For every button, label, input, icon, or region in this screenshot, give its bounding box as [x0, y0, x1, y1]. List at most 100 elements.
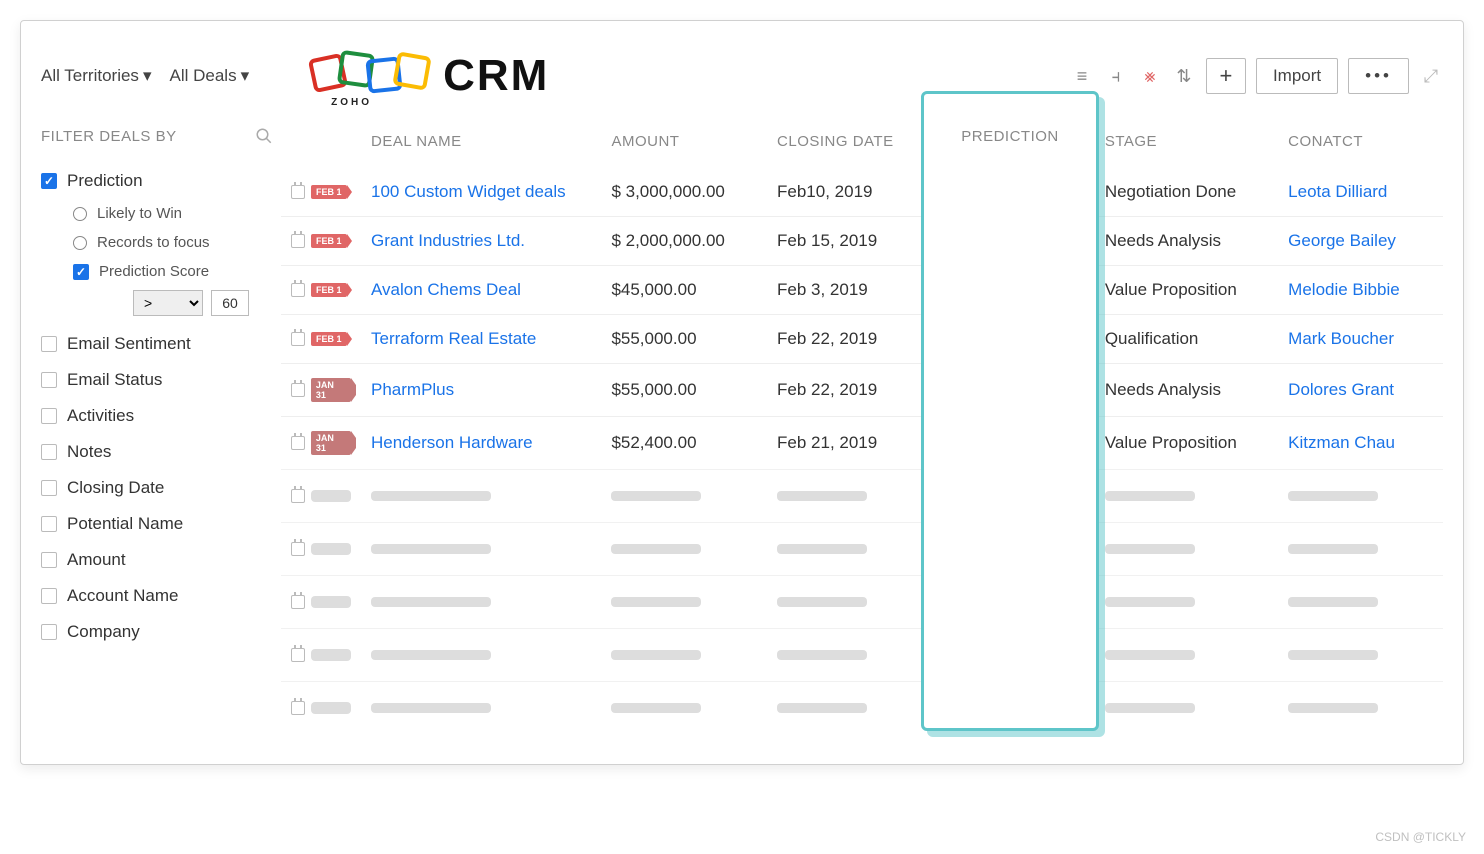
brand-logo: ZOHO CRM — [309, 50, 549, 102]
col-prediction[interactable] — [923, 121, 1095, 168]
sort-icon[interactable]: ⇅ — [1172, 64, 1196, 88]
table-row-skeleton — [281, 629, 1443, 682]
filter-activities[interactable]: Activities — [41, 398, 281, 434]
filter-company[interactable]: Company — [41, 614, 281, 650]
checkbox-unchecked[interactable] — [41, 444, 57, 460]
filter-notes[interactable]: Notes — [41, 434, 281, 470]
cell-prediction: 90 — [923, 168, 1095, 217]
cell-prediction: 85 — [923, 217, 1095, 266]
col-closing-date[interactable]: CLOSING DATE — [767, 121, 923, 168]
score-operator-select[interactable]: > — [133, 290, 203, 316]
table-row[interactable]: JAN 31Henderson Hardware$52,400.00Feb 21… — [281, 417, 1443, 470]
chevron-down-icon: ▾ — [143, 66, 152, 86]
deal-name-link[interactable]: PharmPlus — [371, 380, 454, 399]
top-actions: ≡ ⫞ ⨳ ⇅ + Import ••• ⤢ — [1070, 58, 1443, 94]
deals-table-wrap: PREDICTION DEAL NAME AMOUNT CLOSING DATE… — [281, 121, 1443, 734]
date-flag: FEB 1 — [311, 283, 347, 297]
deal-name-link[interactable]: Grant Industries Ltd. — [371, 231, 525, 250]
contact-link[interactable]: George Bailey — [1288, 231, 1396, 250]
checkbox-unchecked[interactable] — [41, 624, 57, 640]
calendar-icon — [291, 185, 305, 199]
deals-table: DEAL NAME AMOUNT CLOSING DATE STAGE CONA… — [281, 121, 1443, 734]
checkbox-unchecked[interactable] — [41, 408, 57, 424]
calendar-icon — [291, 701, 305, 715]
cell-date: Feb 22, 2019 — [767, 315, 923, 364]
score-value-input[interactable]: 60 — [211, 290, 249, 316]
table-row-skeleton — [281, 523, 1443, 576]
calendar-icon — [291, 283, 305, 297]
filter-prediction-score[interactable]: Prediction Score — [73, 257, 281, 286]
more-actions-button[interactable]: ••• — [1348, 58, 1409, 94]
deal-name-link[interactable]: Avalon Chems Deal — [371, 280, 521, 299]
checkbox-unchecked[interactable] — [41, 336, 57, 352]
checkbox-checked[interactable] — [41, 173, 57, 189]
deal-name-link[interactable]: Henderson Hardware — [371, 433, 533, 452]
filter-label: Email Sentiment — [67, 334, 191, 354]
filter-email-sentiment[interactable]: Email Sentiment — [41, 326, 281, 362]
calendar-icon — [291, 383, 305, 397]
filter-sidebar: FILTER DEALS BY Prediction Likely to Win… — [41, 121, 281, 734]
filter-potential-name[interactable]: Potential Name — [41, 506, 281, 542]
contact-link[interactable]: Mark Boucher — [1288, 329, 1394, 348]
cell-stage: Value Proposition — [1095, 417, 1278, 470]
date-flag: FEB 1 — [311, 332, 347, 346]
checkbox-unchecked[interactable] — [41, 552, 57, 568]
cell-stage: Needs Analysis — [1095, 364, 1278, 417]
table-row[interactable]: FEB 1Avalon Chems Deal$45,000.00Feb 3, 2… — [281, 266, 1443, 315]
deal-name-link[interactable]: Terraform Real Estate — [371, 329, 536, 348]
cell-prediction: 82 — [923, 266, 1095, 315]
cell-stage: Qualification — [1095, 315, 1278, 364]
cell-prediction: 76 — [923, 315, 1095, 364]
calendar-icon — [291, 436, 305, 450]
calendar-icon — [291, 234, 305, 248]
checkbox-unchecked[interactable] — [41, 516, 57, 532]
deal-name-link[interactable]: 100 Custom Widget deals — [371, 182, 566, 201]
watermark: CSDN @TICKLY — [1375, 830, 1466, 844]
filter-email-status[interactable]: Email Status — [41, 362, 281, 398]
filter-closing-date[interactable]: Closing Date — [41, 470, 281, 506]
prediction-view-icon[interactable]: ⨳ — [1138, 64, 1162, 88]
contact-link[interactable]: Dolores Grant — [1288, 380, 1394, 399]
checkbox-unchecked[interactable] — [41, 372, 57, 388]
chevron-down-icon: ▾ — [241, 66, 250, 86]
cell-prediction: 70 — [923, 417, 1095, 470]
calendar-icon — [291, 648, 305, 662]
calendar-icon — [291, 595, 305, 609]
table-row[interactable]: FEB 1Terraform Real Estate$55,000.00Feb … — [281, 315, 1443, 364]
filter-prediction[interactable]: Prediction — [41, 163, 281, 199]
checkbox-checked[interactable] — [73, 264, 89, 280]
col-contact[interactable]: CONATCT — [1278, 121, 1443, 168]
checkbox-unchecked[interactable] — [41, 588, 57, 604]
crm-app: All Territories▾ All Deals▾ ZOHO CRM ≡ ⫞… — [20, 20, 1464, 765]
kanban-view-icon[interactable]: ⫞ — [1104, 64, 1128, 88]
col-amount[interactable]: AMOUNT — [601, 121, 767, 168]
date-flag: JAN 31 — [311, 431, 351, 455]
radio-unchecked[interactable] — [73, 236, 87, 250]
contact-link[interactable]: Kitzman Chau — [1288, 433, 1395, 452]
col-stage[interactable]: STAGE — [1095, 121, 1278, 168]
date-flag: FEB 1 — [311, 234, 347, 248]
deals-dropdown[interactable]: All Deals▾ — [169, 66, 249, 86]
contact-link[interactable]: Melodie Bibbie — [1288, 280, 1400, 299]
contact-link[interactable]: Leota Dilliard — [1288, 182, 1387, 201]
checkbox-unchecked[interactable] — [41, 480, 57, 496]
filter-likely-to-win[interactable]: Likely to Win — [73, 199, 281, 228]
table-row[interactable]: FEB 1Grant Industries Ltd.$ 2,000,000.00… — [281, 217, 1443, 266]
table-row[interactable]: FEB 1100 Custom Widget deals$ 3,000,000.… — [281, 168, 1443, 217]
list-view-icon[interactable]: ≡ — [1070, 64, 1094, 88]
radio-unchecked[interactable] — [73, 207, 87, 221]
cell-date: Feb 22, 2019 — [767, 364, 923, 417]
territories-dropdown[interactable]: All Territories▾ — [41, 66, 151, 86]
expand-icon[interactable]: ⤢ — [1419, 66, 1443, 87]
add-button[interactable]: + — [1206, 58, 1246, 94]
col-deal-name[interactable]: DEAL NAME — [361, 121, 601, 168]
filter-amount[interactable]: Amount — [41, 542, 281, 578]
filter-account-name[interactable]: Account Name — [41, 578, 281, 614]
search-icon[interactable] — [255, 127, 273, 145]
import-button[interactable]: Import — [1256, 58, 1338, 94]
table-row[interactable]: JAN 31PharmPlus$55,000.00Feb 22, 201970N… — [281, 364, 1443, 417]
filter-records-to-focus[interactable]: Records to focus — [73, 228, 281, 257]
cell-amount: $45,000.00 — [601, 266, 767, 315]
calendar-icon — [291, 542, 305, 556]
table-row-skeleton — [281, 682, 1443, 735]
